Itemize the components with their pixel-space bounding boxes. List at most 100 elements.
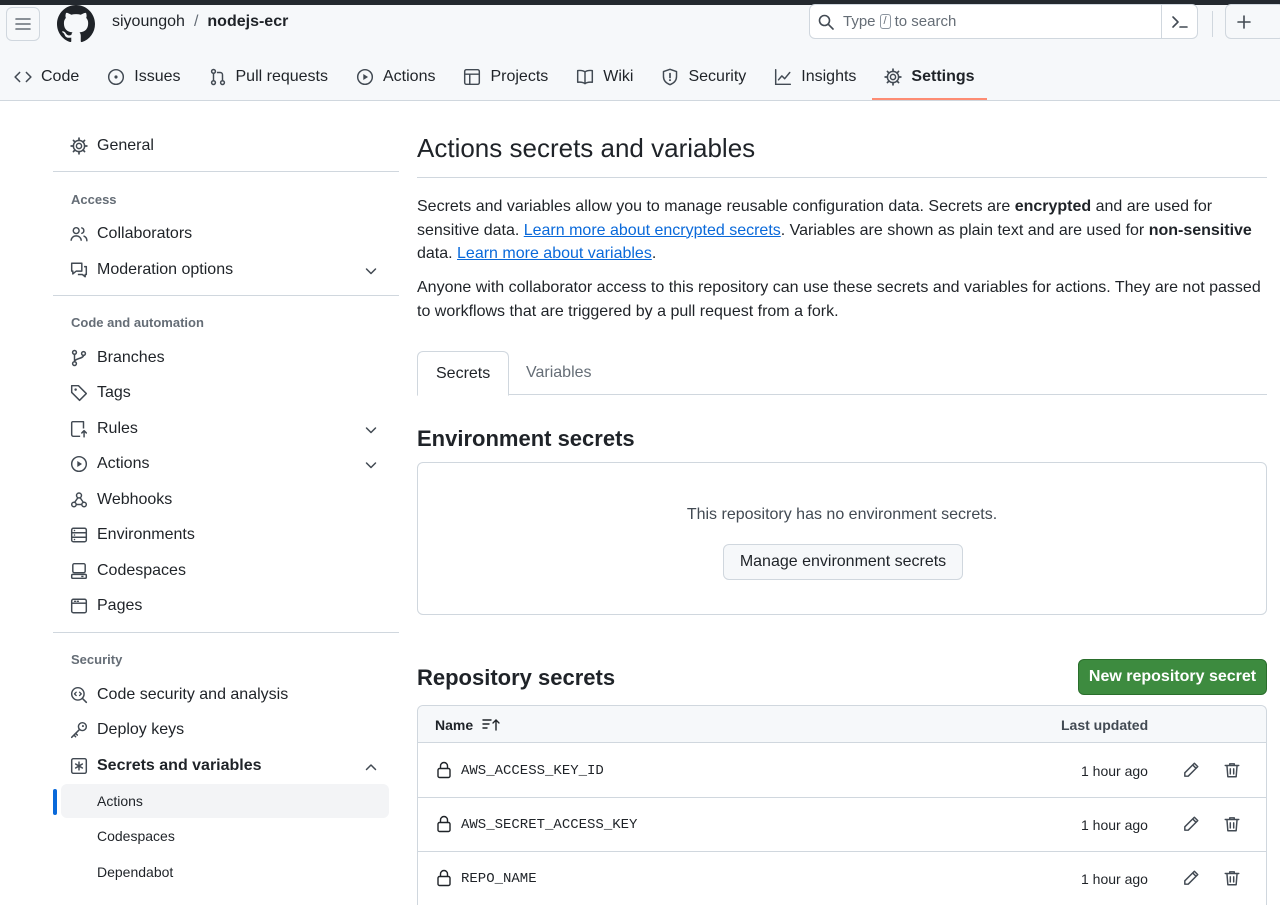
secret-name: AWS_SECRET_ACCESS_KEY <box>461 817 638 833</box>
sidebar-item-secrets-variables[interactable]: Secrets and variables <box>53 749 399 783</box>
tab-variables[interactable]: Variables <box>508 351 610 395</box>
github-logo-icon[interactable] <box>57 5 95 43</box>
repo-link[interactable]: nodejs-ecr <box>207 13 288 31</box>
trash-icon[interactable] <box>1223 761 1241 779</box>
tab-label: Actions <box>383 68 436 85</box>
sidebar-subitem-label: Actions <box>97 793 143 809</box>
sidebar-item-label: Actions <box>97 455 150 472</box>
sidebar-item-label: Environments <box>97 526 195 543</box>
repo-header: siyoungoh / nodejs-ecr Type / to search … <box>0 4 1280 101</box>
pencil-icon[interactable] <box>1182 761 1200 779</box>
server-icon <box>70 527 88 543</box>
sidebar-heading-access: Access <box>71 192 117 207</box>
sidebar-item-code-security[interactable]: Code security and analysis <box>53 678 399 712</box>
tab-wiki[interactable]: Wiki <box>562 59 647 95</box>
search-input[interactable]: Type / to search <box>809 4 1198 39</box>
sidebar-item-branches[interactable]: Branches <box>53 341 399 375</box>
sidebar-divider <box>53 295 399 296</box>
sort-by-name-button[interactable]: Name <box>435 717 500 733</box>
menu-button[interactable] <box>6 7 40 41</box>
play-icon <box>356 68 374 86</box>
repo-push-icon <box>70 420 88 438</box>
tab-secrets[interactable]: Secrets <box>417 351 510 396</box>
desc-text: . <box>651 245 657 262</box>
key-icon <box>70 721 88 739</box>
tab-pull-requests[interactable]: Pull requests <box>195 59 343 95</box>
webhook-icon <box>70 492 88 508</box>
sidebar-item-codespaces[interactable]: Codespaces <box>53 554 399 588</box>
sidebar-subitem-actions[interactable]: Actions <box>61 784 389 818</box>
trash-icon[interactable] <box>1223 869 1241 887</box>
tab-security[interactable]: Security <box>647 59 760 95</box>
sidebar-divider <box>53 171 399 172</box>
sidebar-item-general[interactable]: General <box>53 129 399 163</box>
sidebar-item-label: Collaborators <box>97 225 193 242</box>
table-row: AWS_SECRET_ACCESS_KEY 1 hour ago <box>418 798 1266 852</box>
title-divider <box>417 177 1267 178</box>
sidebar-item-label: Webhooks <box>97 491 173 508</box>
browser-icon <box>70 598 88 614</box>
sidebar-item-collaborators[interactable]: Collaborators <box>53 217 399 251</box>
comment-discussion-icon <box>70 262 88 278</box>
sidebar-item-label: Pages <box>97 597 143 614</box>
asterisk-icon <box>70 757 88 775</box>
sidebar-item-actions[interactable]: Actions <box>53 447 399 481</box>
terminal-icon <box>1171 15 1188 28</box>
sidebar-item-webhooks[interactable]: Webhooks <box>53 483 399 517</box>
table-icon <box>464 68 481 86</box>
tab-insights[interactable]: Insights <box>760 59 870 95</box>
secrets-tabs: Secrets Variables <box>417 351 1267 396</box>
learn-variables-link[interactable]: Learn more about variables <box>457 245 652 262</box>
issue-icon <box>108 68 125 86</box>
repo-nav-tabs: Code Issues Pull requests Actions Projec… <box>0 59 989 101</box>
new-repository-secret-button[interactable]: New repository secret <box>1078 659 1267 695</box>
chevron-down-icon <box>365 268 377 275</box>
description-paragraph: Secrets and variables allow you to manag… <box>417 195 1267 266</box>
sidebar-item-label: Codespaces <box>97 562 186 579</box>
tab-issues[interactable]: Issues <box>93 59 194 95</box>
lock-icon <box>437 869 451 887</box>
play-icon <box>70 455 88 473</box>
table-header: Name Last updated <box>418 706 1266 743</box>
env-secrets-box: This repository has no environment secre… <box>417 462 1267 615</box>
table-row: AWS_ACCESS_KEY_ID 1 hour ago <box>418 744 1266 798</box>
chevron-down-icon <box>365 462 377 469</box>
learn-secrets-link[interactable]: Learn more about encrypted secrets <box>524 222 781 239</box>
manage-env-secrets-button[interactable]: Manage environment secrets <box>723 544 963 580</box>
sidebar-item-deploy-keys[interactable]: Deploy keys <box>53 713 399 747</box>
header-divider <box>1212 11 1213 37</box>
people-icon <box>70 226 88 242</box>
sidebar-subitem-codespaces[interactable]: Codespaces <box>61 819 389 853</box>
command-palette-button[interactable] <box>1161 5 1197 38</box>
graph-icon <box>775 68 792 86</box>
sidebar-item-tags[interactable]: Tags <box>53 376 399 410</box>
create-new-button[interactable] <box>1225 4 1280 39</box>
table-row: REPO_NAME 1 hour ago <box>418 852 1266 906</box>
env-empty-message: This repository has no environment secre… <box>686 506 998 523</box>
column-header-updated: Last updated <box>1061 717 1149 733</box>
trash-icon[interactable] <box>1223 815 1241 833</box>
tab-actions[interactable]: Actions <box>342 59 449 95</box>
sidebar-item-rules[interactable]: Rules <box>53 412 399 446</box>
tab-label: Projects <box>490 68 549 85</box>
breadcrumb-separator: / <box>193 13 199 30</box>
tab-settings[interactable]: Settings <box>870 59 988 100</box>
tab-label: Secrets <box>436 364 491 382</box>
repo-secrets-heading: Repository secrets <box>417 665 616 690</box>
gear-icon <box>884 68 903 86</box>
sidebar-item-moderation[interactable]: Moderation options <box>53 253 399 287</box>
tab-projects[interactable]: Projects <box>449 59 562 95</box>
sidebar-divider <box>53 632 399 633</box>
sidebar-subitem-dependabot[interactable]: Dependabot <box>61 855 389 889</box>
owner-link[interactable]: siyoungoh <box>112 13 185 31</box>
tab-label: Issues <box>134 68 181 85</box>
gear-icon <box>70 137 88 155</box>
pencil-icon[interactable] <box>1182 869 1200 887</box>
sidebar-item-pages[interactable]: Pages <box>53 589 399 623</box>
pencil-icon[interactable] <box>1182 815 1200 833</box>
env-secrets-heading: Environment secrets <box>417 426 635 451</box>
desc-bold-encrypted: encrypted <box>1014 198 1092 215</box>
pull-request-icon <box>210 68 225 86</box>
tab-code[interactable]: Code <box>0 59 93 95</box>
sidebar-item-environments[interactable]: Environments <box>53 518 399 552</box>
